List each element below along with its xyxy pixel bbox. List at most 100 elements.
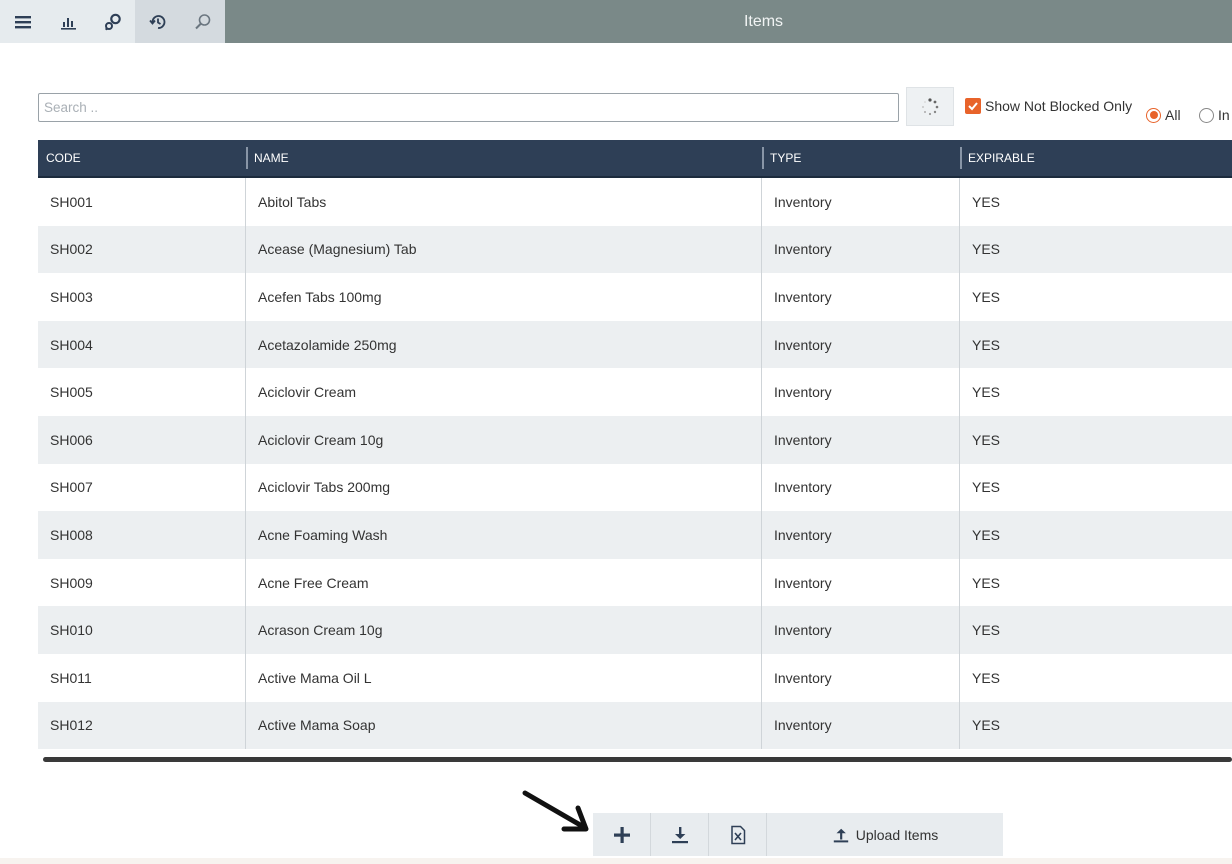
download-icon [671, 826, 688, 843]
table-body: SH001 Abitol Tabs Inventory YES SH002 Acease … [38, 178, 1232, 750]
chart-icon [60, 17, 76, 30]
cell-type: Inventory [762, 178, 960, 226]
column-header-code[interactable]: CODE [38, 140, 246, 176]
radio-in-label: In [1218, 107, 1230, 123]
cell-code: SH008 [38, 511, 246, 559]
cell-code: SH009 [38, 558, 246, 607]
table-row[interactable]: SH003 Acefen Tabs 100mg Inventory YES [38, 273, 1232, 321]
cell-expirable: YES [972, 241, 1001, 258]
show-not-blocked-checkbox[interactable]: Show Not Blocked Only [965, 98, 1132, 114]
cell-expirable: YES [972, 193, 1001, 210]
loading-spinner-icon [922, 97, 939, 115]
arrow-pointer-icon [522, 790, 589, 832]
cell-name: Acefen Tabs 100mg [246, 273, 762, 321]
checkbox-checked-icon [965, 98, 981, 114]
upload-items-button[interactable]: Upload Items [767, 813, 1003, 856]
table-row[interactable]: SH012 Active Mama Soap Inventory YES [38, 701, 1232, 750]
search-input[interactable] [38, 93, 899, 122]
cell-name: Acrason Cream 10g [246, 606, 762, 654]
cell-name: Acne Foaming Wash [246, 511, 762, 559]
search-button[interactable] [180, 0, 225, 43]
cell-expirable: YES [972, 288, 1001, 305]
table-row[interactable]: SH010 Acrason Cream 10g Inventory YES [38, 606, 1232, 654]
column-header-expirable[interactable]: EXPIRABLE [960, 140, 1232, 176]
cell-name: Aciclovir Cream 10g [246, 415, 762, 464]
cell-type: Inventory [762, 273, 960, 321]
page-title: Items [225, 0, 1232, 43]
table-row[interactable]: SH002 Acease (Magnesium) Tab Inventory YES [38, 225, 1232, 274]
radio-in[interactable]: In [1199, 107, 1230, 123]
cell-type: Inventory [762, 463, 960, 512]
radio-selected-icon [1146, 107, 1161, 123]
plus-icon [613, 826, 630, 843]
action-bar: Upload Items [593, 813, 1003, 856]
cell-type: Inventory [762, 558, 960, 607]
footer-strip [0, 858, 1232, 864]
add-item-button[interactable] [593, 813, 651, 856]
cell-code: SH011 [38, 653, 246, 702]
table-row[interactable]: SH001 Abitol Tabs Inventory YES [38, 178, 1232, 226]
table-row[interactable]: SH009 Acne Free Cream Inventory YES [38, 558, 1232, 607]
radio-unselected-icon [1199, 107, 1214, 123]
cell-expirable: YES [972, 479, 1001, 496]
radio-all-label: All [1165, 107, 1181, 123]
cell-code: SH007 [38, 463, 246, 512]
cell-name: Acease (Magnesium) Tab [246, 225, 762, 274]
top-bar: Items [0, 0, 1232, 43]
download-button[interactable] [651, 813, 709, 856]
settings-icon [104, 13, 121, 30]
search-icon [194, 13, 210, 29]
cell-type: Inventory [762, 606, 960, 654]
table-row[interactable]: SH008 Acne Foaming Wash Inventory YES [38, 511, 1232, 559]
cell-code: SH010 [38, 606, 246, 654]
column-header-type[interactable]: TYPE [762, 140, 960, 176]
cell-name: Aciclovir Tabs 200mg [246, 463, 762, 512]
cell-expirable: YES [972, 526, 1001, 543]
cell-type: Inventory [762, 511, 960, 559]
table-row[interactable]: SH004 Acetazolamide 250mg Inventory YES [38, 320, 1232, 369]
toolbar [0, 0, 225, 43]
upload-icon [833, 828, 848, 842]
table-row[interactable]: SH006 Aciclovir Cream 10g Inventory YES [38, 415, 1232, 464]
cell-name: Aciclovir Cream [246, 368, 762, 416]
cell-expirable: YES [972, 336, 1001, 353]
table-row[interactable]: SH005 Aciclovir Cream Inventory YES [38, 368, 1232, 416]
menu-button[interactable] [0, 0, 45, 43]
cell-code: SH001 [38, 178, 246, 226]
cell-expirable: YES [972, 669, 1001, 686]
table-row[interactable]: SH011 Active Mama Oil L Inventory YES [38, 653, 1232, 702]
cell-name: Acne Free Cream [246, 558, 762, 607]
cell-type: Inventory [762, 415, 960, 464]
export-excel-button[interactable] [709, 813, 767, 856]
cell-code: SH006 [38, 415, 246, 464]
cell-expirable: YES [972, 622, 1001, 639]
cell-name: Active Mama Soap [246, 701, 762, 750]
menu-icon [14, 15, 31, 28]
cell-code: SH004 [38, 320, 246, 369]
radio-all[interactable]: All [1146, 107, 1181, 123]
cell-code: SH012 [38, 701, 246, 750]
cell-expirable: YES [972, 574, 1001, 591]
cell-code: SH005 [38, 368, 246, 416]
table-header: CODE NAME TYPE EXPIRABLE [38, 140, 1232, 178]
cell-name: Abitol Tabs [246, 178, 762, 226]
refresh-button[interactable] [906, 87, 954, 126]
table-row[interactable]: SH007 Aciclovir Tabs 200mg Inventory YES [38, 463, 1232, 512]
horizontal-scrollbar[interactable] [43, 757, 1232, 762]
settings-button[interactable] [90, 0, 135, 43]
cell-expirable: YES [972, 384, 1001, 401]
cell-name: Acetazolamide 250mg [246, 320, 762, 369]
reports-button[interactable] [45, 0, 90, 43]
upload-items-label: Upload Items [855, 826, 939, 843]
cell-type: Inventory [762, 653, 960, 702]
cell-type: Inventory [762, 225, 960, 274]
cell-expirable: YES [972, 431, 1001, 448]
show-not-blocked-label: Show Not Blocked Only [985, 98, 1133, 114]
cell-type: Inventory [762, 701, 960, 750]
history-button[interactable] [135, 0, 180, 43]
cell-type: Inventory [762, 320, 960, 369]
cell-expirable: YES [972, 717, 1001, 734]
cell-name: Active Mama Oil L [246, 653, 762, 702]
column-header-name[interactable]: NAME [246, 140, 762, 176]
excel-icon [730, 825, 745, 844]
